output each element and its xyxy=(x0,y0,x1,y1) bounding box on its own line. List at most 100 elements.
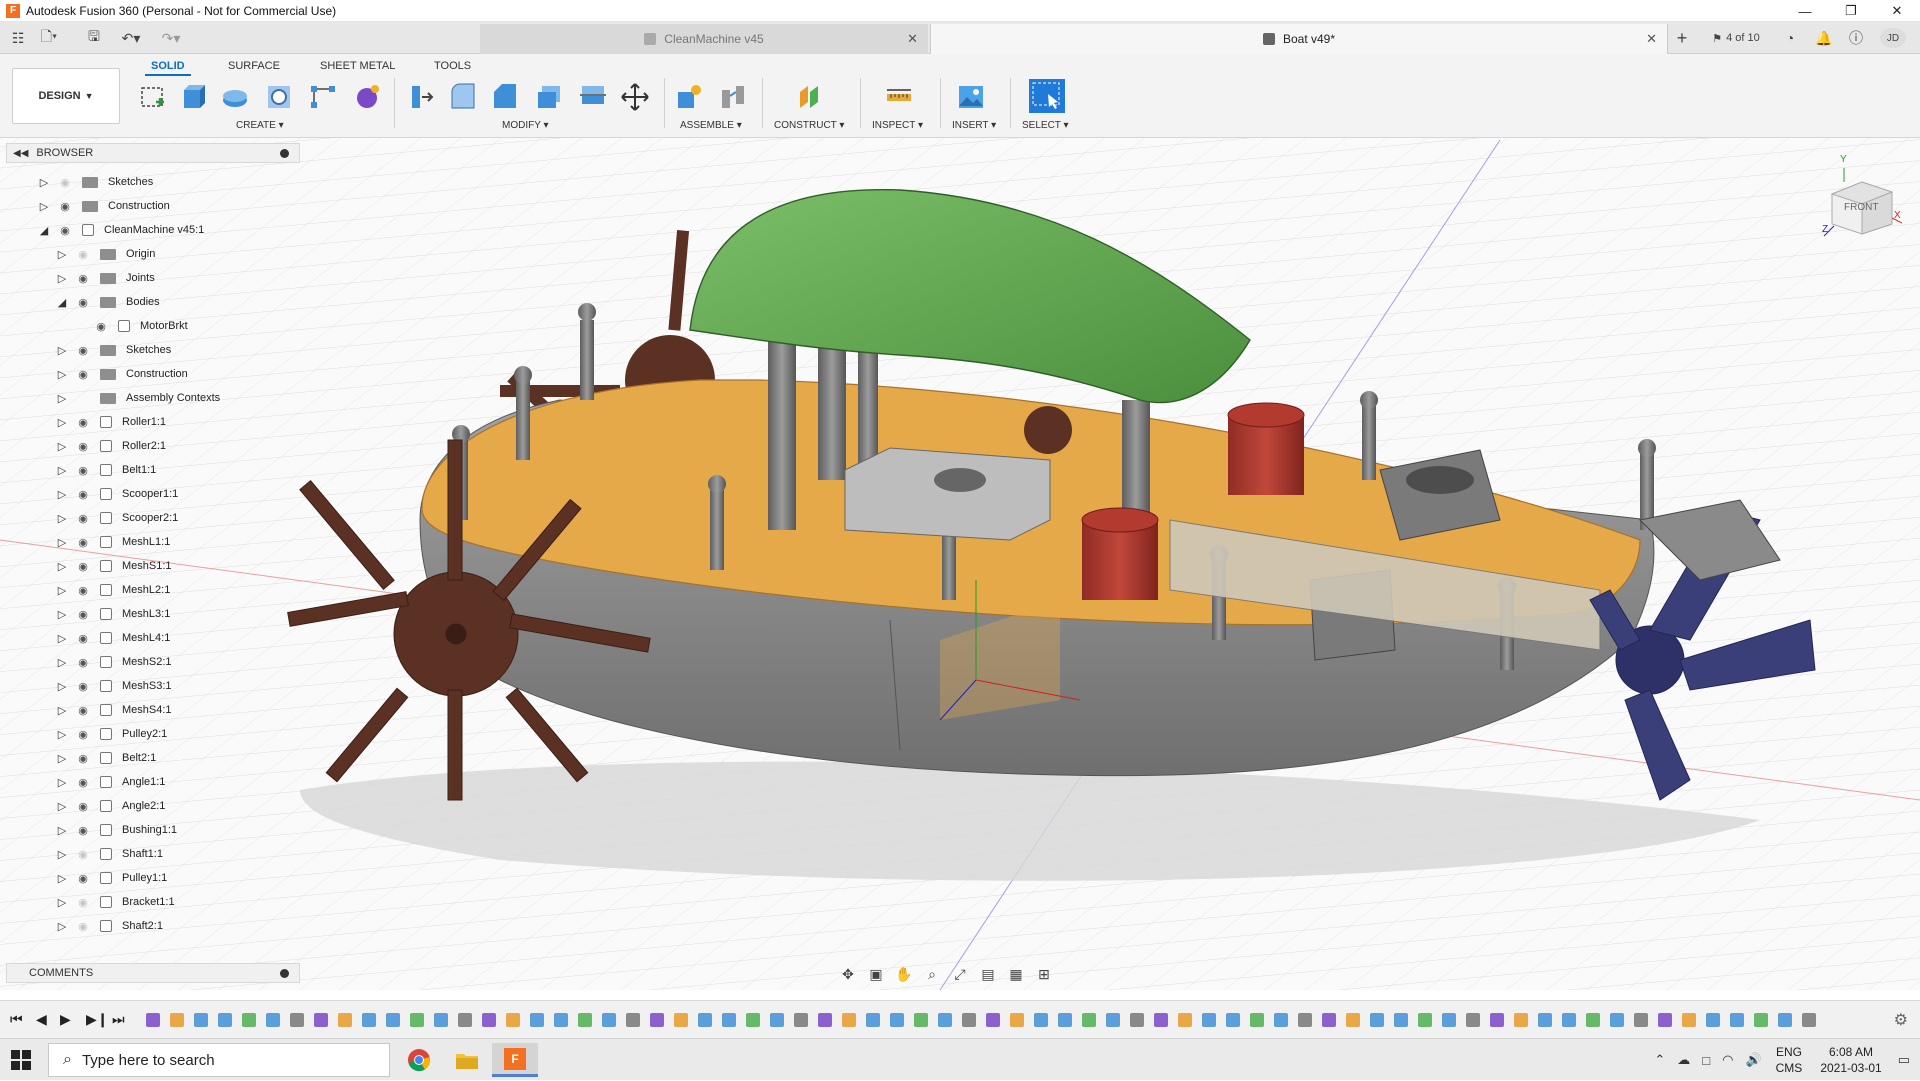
tab-cleanmachine[interactable]: CleanMachine v45 ✕ xyxy=(480,24,928,54)
step-back-icon[interactable]: ◀ xyxy=(36,1011,47,1028)
timeline-feature[interactable] xyxy=(794,1013,808,1027)
visibility-eye-icon[interactable]: ◉ xyxy=(94,320,108,333)
browser-row[interactable]: ▷ ◉ Scooper1:1 xyxy=(56,482,178,506)
timeline-feature[interactable] xyxy=(242,1013,256,1027)
timeline-feature[interactable] xyxy=(1634,1013,1648,1027)
select-menu[interactable]: SELECT ▾ xyxy=(1022,120,1069,131)
browser-row[interactable]: ▷ ◉ Pulley1:1 xyxy=(56,866,167,890)
motor-bracket-block[interactable] xyxy=(844,447,1051,541)
visibility-eye-icon[interactable]: ◉ xyxy=(76,416,90,429)
expand-triangle-icon[interactable]: ▷ xyxy=(56,608,68,621)
timeline-feature[interactable] xyxy=(1538,1013,1552,1027)
browser-row[interactable]: ◢ ◉ Bodies xyxy=(56,290,160,314)
browser-row[interactable]: ▷ ◉ MeshS4:1 xyxy=(56,698,172,722)
pan-icon[interactable]: ✋ xyxy=(894,965,914,983)
browser-row[interactable]: ▷ ◉ Origin xyxy=(56,242,156,266)
browser-row[interactable]: ▷ ◉ Belt2:1 xyxy=(56,746,156,770)
viewports-icon[interactable]: ⊞ xyxy=(1034,965,1054,983)
timeline-feature[interactable] xyxy=(434,1013,448,1027)
timeline-feature[interactable] xyxy=(1730,1013,1744,1027)
browser-row[interactable]: ▷ ◉ Bushing1:1 xyxy=(56,818,177,842)
file-explorer-app[interactable] xyxy=(444,1043,490,1077)
save-icon[interactable]: 🖫 xyxy=(84,28,104,48)
measure-icon[interactable] xyxy=(884,82,914,112)
visibility-eye-icon[interactable]: ◉ xyxy=(76,512,90,525)
play-icon[interactable]: ▶ xyxy=(60,1011,71,1028)
tab-surface[interactable]: SURFACE xyxy=(222,58,286,74)
help-icon[interactable]: ⓘ xyxy=(1846,28,1866,48)
timeline-settings-icon[interactable]: ⚙ xyxy=(1894,1010,1908,1030)
visibility-eye-icon[interactable]: ◉ xyxy=(76,296,90,309)
expand-triangle-icon[interactable]: ▷ xyxy=(56,440,68,453)
look-at-icon[interactable]: ▣ xyxy=(866,965,886,983)
zoom-icon[interactable]: ⌕ xyxy=(922,965,942,983)
timeline-feature[interactable] xyxy=(1106,1013,1120,1027)
timeline-feature[interactable] xyxy=(986,1013,1000,1027)
timeline-features[interactable] xyxy=(146,1009,1866,1031)
timeline-feature[interactable] xyxy=(482,1013,496,1027)
visibility-eye-icon[interactable]: ◉ xyxy=(76,344,90,357)
timeline-feature[interactable] xyxy=(530,1013,544,1027)
minimize-icon[interactable]: — xyxy=(1782,0,1828,22)
timeline-feature[interactable] xyxy=(1178,1013,1192,1027)
undo-icon[interactable]: ↶▾ xyxy=(116,28,146,48)
orbit-icon[interactable]: ✥ xyxy=(838,965,858,983)
visibility-eye-icon[interactable]: ◉ xyxy=(76,896,90,909)
visibility-eye-icon[interactable]: ◉ xyxy=(76,632,90,645)
timeline-feature[interactable] xyxy=(866,1013,880,1027)
visibility-eye-icon[interactable]: ◉ xyxy=(76,704,90,717)
new-tab-icon[interactable]: + xyxy=(1672,28,1692,48)
tab-solid[interactable]: SOLID xyxy=(145,58,191,76)
create-form-icon[interactable] xyxy=(352,82,382,112)
visibility-eye-icon[interactable]: ◉ xyxy=(76,440,90,453)
timeline-feature[interactable] xyxy=(1274,1013,1288,1027)
browser-row[interactable]: ◢ ◉ CleanMachine v45:1 xyxy=(38,218,204,242)
volume-icon[interactable]: 🔊 xyxy=(1745,1052,1761,1068)
expand-triangle-icon[interactable]: ▷ xyxy=(56,752,68,765)
timeline-feature[interactable] xyxy=(1514,1013,1528,1027)
collapse-panel-icon[interactable]: ◀◀ xyxy=(13,148,28,159)
expand-triangle-icon[interactable]: ▷ xyxy=(56,272,68,285)
visibility-eye-icon[interactable]: ◉ xyxy=(76,920,90,933)
pin-panel-icon[interactable] xyxy=(280,148,289,158)
expand-triangle-icon[interactable]: ▷ xyxy=(56,656,68,669)
tab-boat[interactable]: Boat v49* ✕ xyxy=(930,24,1668,54)
expand-triangle-icon[interactable]: ▷ xyxy=(56,488,68,501)
redo-icon[interactable]: ↷▾ xyxy=(156,28,186,48)
visibility-eye-icon[interactable]: ◉ xyxy=(76,728,90,741)
expand-triangle-icon[interactable]: ▷ xyxy=(56,728,68,741)
browser-row[interactable]: ▷ ◉ MeshS1:1 xyxy=(56,554,172,578)
press-pull-icon[interactable] xyxy=(406,82,436,112)
shell-icon[interactable] xyxy=(534,82,564,112)
notifications-icon[interactable]: 🔔 xyxy=(1814,28,1834,48)
expand-triangle-icon[interactable]: ▷ xyxy=(56,680,68,693)
timeline-feature[interactable] xyxy=(674,1013,688,1027)
timeline-feature[interactable] xyxy=(1034,1013,1048,1027)
browser-row[interactable]: ▷ ◉ MeshS3:1 xyxy=(56,674,172,698)
timeline-feature[interactable] xyxy=(842,1013,856,1027)
timeline-feature[interactable] xyxy=(314,1013,328,1027)
timeline-feature[interactable] xyxy=(170,1013,184,1027)
wifi-icon[interactable]: ◠ xyxy=(1722,1052,1733,1068)
expand-triangle-icon[interactable]: ▷ xyxy=(38,200,50,213)
chrome-app[interactable] xyxy=(396,1043,442,1077)
comments-panel-header[interactable]: COMMENTS xyxy=(6,963,300,983)
revolve-icon[interactable] xyxy=(220,82,250,112)
add-comment-icon[interactable] xyxy=(280,968,289,978)
visibility-eye-icon[interactable]: ◉ xyxy=(58,224,72,237)
visibility-eye-icon[interactable]: ◉ xyxy=(76,584,90,597)
expand-triangle-icon[interactable]: ▷ xyxy=(56,248,68,261)
timeline-feature[interactable] xyxy=(554,1013,568,1027)
timeline-feature[interactable] xyxy=(1802,1013,1816,1027)
timeline-feature[interactable] xyxy=(578,1013,592,1027)
notifications-center-icon[interactable]: ▭ xyxy=(1898,1052,1910,1068)
expand-triangle-icon[interactable]: ▷ xyxy=(56,344,68,357)
file-menu-icon[interactable]: 🗋▾ xyxy=(38,28,60,48)
browser-row[interactable]: ▷ ◉ Construction xyxy=(56,362,188,386)
visibility-eye-icon[interactable]: ◉ xyxy=(76,680,90,693)
expand-triangle-icon[interactable]: ▷ xyxy=(56,392,68,405)
3d-viewport[interactable]: FRONT Y X Z xyxy=(0,138,1920,990)
browser-row[interactable]: ▷ ◉ Roller1:1 xyxy=(56,410,166,434)
insert-menu[interactable]: INSERT ▾ xyxy=(952,120,996,131)
close-tab-icon[interactable]: ✕ xyxy=(1646,31,1657,47)
